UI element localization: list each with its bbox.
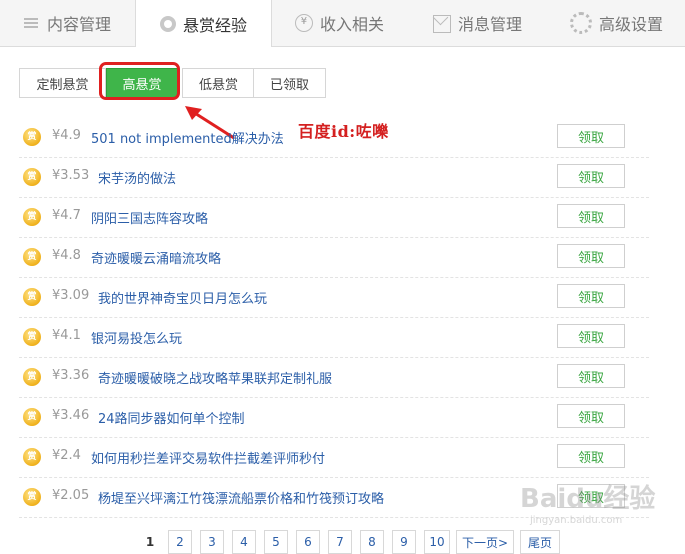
reward-coin-icon: 赏 [23,128,41,146]
last-page-link[interactable]: 尾页 [520,530,560,554]
tab-label: 内容管理 [46,15,111,34]
reward-coin-icon: 赏 [23,328,41,346]
page-link[interactable]: 3 [200,530,224,554]
reward-title-link[interactable]: 银河易投怎么玩 [91,328,182,347]
page-link[interactable]: 7 [328,530,352,554]
claim-button[interactable]: 领取 [557,404,625,428]
tab-advanced-settings[interactable]: 高级设置 [548,0,685,46]
filter-low-reward[interactable]: 低悬赏 [182,68,255,98]
tab-label: 高级设置 [598,15,663,34]
filter-custom-reward[interactable]: 定制悬赏 [19,68,106,98]
list-item: 赏 ¥3.53 宋芋汤的做法 领取 [19,157,649,198]
tab-reward-experience[interactable]: 悬赏经验 [135,0,272,47]
reward-price: ¥2.05 [52,488,90,503]
reward-price: ¥4.1 [52,328,81,343]
page-link[interactable]: 6 [296,530,320,554]
list-item: 赏 ¥4.7 阴阳三国志阵容攻略 领取 [19,197,649,238]
mail-icon [432,15,451,33]
filter-claimed[interactable]: 已领取 [253,68,326,98]
tab-label: 消息管理 [457,15,522,34]
baidu-watermark: Baidu经验 jingyan.baidu.com [520,478,655,526]
gear-icon [569,12,592,34]
claim-button[interactable]: 领取 [557,204,625,228]
claim-button[interactable]: 领取 [557,284,625,308]
reward-title-link[interactable]: 阴阳三国志阵容攻略 [91,208,208,227]
page-link[interactable]: 10 [424,530,450,554]
reward-price: ¥4.9 [52,128,81,143]
reward-title-link[interactable]: 501 not implemented解决办法 [91,128,284,147]
reward-price: ¥2.4 [52,448,81,463]
reward-coin-icon: 赏 [23,408,41,426]
page-link[interactable]: 8 [360,530,384,554]
tab-label: 收入相关 [319,15,384,34]
yen-icon: ¥ [294,14,313,32]
page-link[interactable]: 4 [232,530,256,554]
claim-button[interactable]: 领取 [557,124,625,148]
reward-coin-icon: 赏 [23,368,41,386]
tab-content-management[interactable]: 内容管理 [0,0,135,46]
reward-title-link[interactable]: 宋芋汤的做法 [98,168,176,187]
watermark-logo: Baidu经验 [520,484,656,514]
reward-title-link[interactable]: 杨堤至兴坪漓江竹筏漂流船票价格和竹筏预订攻略 [98,488,384,507]
list-item: 赏 ¥3.09 我的世界神奇宝贝日月怎么玩 领取 [19,277,649,318]
page-link[interactable]: 2 [168,530,192,554]
reward-price: ¥4.7 [52,208,81,223]
page-link-current: 1 [138,530,162,554]
reward-coin-icon: 赏 [23,168,41,186]
page-link[interactable]: 9 [392,530,416,554]
reward-price: ¥3.36 [52,368,90,383]
tab-label: 悬赏经验 [182,15,247,35]
reward-coin-icon: 赏 [23,448,41,466]
claim-button[interactable]: 领取 [557,244,625,268]
reward-coin-icon: 赏 [23,208,41,226]
watermark-url: jingyan.baidu.com [530,515,623,526]
claim-button[interactable]: 领取 [557,324,625,348]
list-item: 赏 ¥3.46 24路同步器如何单个控制 领取 [19,397,649,438]
claim-button[interactable]: 领取 [557,364,625,388]
claim-button[interactable]: 领取 [557,444,625,468]
reward-coin-icon: 赏 [23,488,41,506]
list-item: 赏 ¥4.9 501 not implemented解决办法 领取 [19,117,649,158]
highlight-circle [99,62,180,100]
reward-title-link[interactable]: 如何用秒拦差评交易软件拦截差评师秒付 [91,448,325,467]
reward-title-link[interactable]: 奇迹暖暖云涌暗流攻略 [91,248,221,267]
next-page-link[interactable]: 下一页> [456,530,514,554]
tab-income[interactable]: ¥ 收入相关 [272,0,407,46]
reward-coin-icon: 赏 [23,248,41,266]
tab-message-management[interactable]: 消息管理 [410,0,545,46]
top-tab-bar: 内容管理 悬赏经验 ¥ 收入相关 消息管理 高级设置 [0,0,685,47]
claim-button[interactable]: 领取 [557,164,625,188]
list-item: 赏 ¥2.4 如何用秒拦差评交易软件拦截差评师秒付 领取 [19,437,649,478]
list-item: 赏 ¥3.36 奇迹暖暖破晓之战攻略苹果联邦定制礼服 领取 [19,357,649,398]
reward-price: ¥4.8 [52,248,81,263]
list-item: 赏 ¥4.1 银河易投怎么玩 领取 [19,317,649,358]
list-icon [23,15,40,31]
page-link[interactable]: 5 [264,530,288,554]
reward-title-link[interactable]: 24路同步器如何单个控制 [98,408,245,427]
reward-price: ¥3.53 [52,168,90,183]
reward-title-link[interactable]: 奇迹暖暖破晓之战攻略苹果联邦定制礼服 [98,368,332,387]
reward-price: ¥3.09 [52,288,90,303]
list-item: 赏 ¥4.8 奇迹暖暖云涌暗流攻略 领取 [19,237,649,278]
reward-price: ¥3.46 [52,408,90,423]
medal-icon [159,15,176,32]
reward-title-link[interactable]: 我的世界神奇宝贝日月怎么玩 [98,288,267,307]
reward-coin-icon: 赏 [23,288,41,306]
